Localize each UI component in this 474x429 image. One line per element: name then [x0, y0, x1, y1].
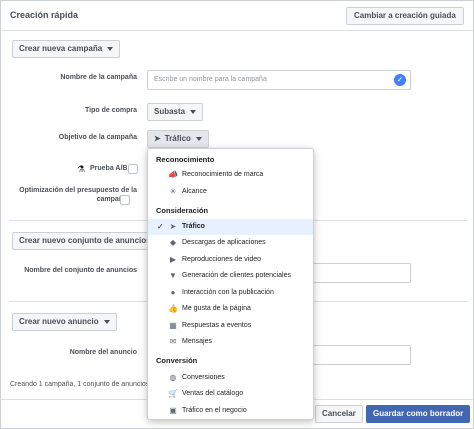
objective-option-label: Alcance — [182, 188, 207, 195]
thumbs-up-icon: 👍 — [168, 304, 178, 313]
buy-type-select[interactable]: Subasta — [147, 103, 204, 121]
objective-option-label: Interacción con la publicación — [182, 289, 274, 296]
objective-option-label: Me gusta de la página — [182, 305, 251, 312]
objective-option-cart[interactable]: 🛒 Ventas del catálogo — [148, 386, 313, 402]
reach-icon: ✳ — [169, 187, 177, 196]
dialog-title: Creación rápida — [10, 10, 79, 20]
objective-option-cursor[interactable]: ✓ ➤ Tráfico — [148, 219, 313, 235]
checkmark-icon: ✓ — [394, 74, 406, 86]
objective-option-label: Descargas de aplicaciones — [182, 239, 266, 246]
objective-option-box[interactable]: ◆ Descargas de aplicaciones — [148, 235, 313, 251]
objective-option-label: Generación de clientes potenciales — [182, 272, 291, 279]
objective-option-label: Conversiones — [182, 374, 225, 381]
chevron-down-icon — [107, 46, 114, 51]
objective-option-chat[interactable]: ● Interacción con la publicación — [148, 285, 313, 301]
budget-optimization-label-1: Optimización del presupuesto de la — [19, 187, 137, 194]
cart-icon: 🛒 — [168, 389, 178, 398]
cursor-icon: ➤ — [169, 222, 177, 231]
buy-type-value: Subasta — [154, 107, 186, 116]
campaign-name-label: Nombre de la campaña — [60, 74, 137, 81]
box-icon: ◆ — [169, 238, 177, 247]
ad-name-label: Nombre del anuncio — [69, 349, 137, 356]
objective-option-label: Tráfico en el negocio — [182, 407, 247, 414]
objective-option-megaphone[interactable]: 📣 Reconocimiento de marca — [148, 167, 313, 183]
campaign-objective-select[interactable]: ➤ Tráfico — [147, 130, 209, 148]
create-adset-label: Crear nuevo conjunto de anuncios — [19, 236, 151, 245]
objective-option-globe[interactable]: ◍ Conversiones — [148, 370, 313, 386]
objective-option-calendar[interactable]: ▦ Respuestas a eventos — [148, 318, 313, 334]
ab-test-label: Prueba A/B — [90, 165, 128, 172]
create-ad-button[interactable]: Crear nuevo anuncio — [12, 313, 117, 331]
objective-option-label: Reconocimiento de marca — [182, 171, 264, 178]
budget-optimization-info-icon[interactable] — [120, 195, 130, 205]
save-draft-button[interactable]: Guardar como borrador — [366, 405, 471, 423]
campaign-objective-value: Tráfico — [164, 134, 191, 143]
video-icon: ▶ — [169, 255, 177, 264]
globe-icon: ◍ — [169, 373, 177, 382]
message-icon: ✉ — [169, 337, 177, 346]
cursor-icon: ➤ — [154, 134, 161, 143]
chevron-down-icon — [103, 319, 110, 324]
objective-option-thumbs-up[interactable]: 👍 Me gusta de la página — [148, 301, 313, 317]
switch-to-guided-button[interactable]: Cambiar a creación guiada — [346, 7, 464, 25]
objective-option-video[interactable]: ▶ Reproducciones de video — [148, 252, 313, 268]
cancel-button[interactable]: Cancelar — [315, 405, 363, 423]
ab-test-checkbox[interactable] — [128, 164, 138, 174]
objective-option-label: Ventas del catálogo — [182, 390, 244, 397]
create-campaign-button[interactable]: Crear nueva campaña — [12, 40, 121, 58]
megaphone-icon: 📣 — [168, 170, 178, 179]
campaign-name-input[interactable]: Escribe un nombre para la campaña ✓ — [147, 70, 411, 90]
dialog-header: Creación rápida Cambiar a creación guiad… — [1, 1, 473, 31]
adset-name-label: Nombre del conjunto de anuncios — [24, 267, 137, 274]
campaign-objective-label: Objetivo de la campaña — [58, 134, 137, 141]
store-icon: ▣ — [169, 406, 177, 415]
create-adset-button[interactable]: Crear nuevo conjunto de anuncios — [12, 232, 169, 250]
objective-option-label: Respuestas a eventos — [182, 322, 252, 329]
group-consideration: Consideración — [156, 206, 209, 215]
campaign-name-placeholder: Escribe un nombre para la campaña — [154, 76, 267, 83]
objective-option-label: Reproducciones de video — [182, 256, 261, 263]
objective-option-message[interactable]: ✉ Mensajes — [148, 334, 313, 350]
funnel-icon: ▼ — [169, 271, 177, 280]
chevron-down-icon — [195, 136, 202, 141]
objective-option-store[interactable]: ▣ Tráfico en el negocio — [148, 403, 313, 419]
creation-status-text: Creando 1 campaña, 1 conjunto de anuncio… — [10, 381, 150, 388]
buy-type-label: Tipo de compra — [85, 107, 137, 114]
objective-dropdown-menu: Reconocimiento Consideración Conversión … — [147, 148, 314, 420]
group-awareness: Reconocimiento — [156, 155, 215, 164]
create-campaign-label: Crear nueva campaña — [19, 44, 103, 53]
flask-icon: ⚗ — [77, 164, 86, 174]
calendar-icon: ▦ — [169, 321, 177, 330]
create-ad-label: Crear nuevo anuncio — [19, 317, 99, 326]
objective-option-reach[interactable]: ✳ Alcance — [148, 184, 313, 200]
objective-option-funnel[interactable]: ▼ Generación de clientes potenciales — [148, 268, 313, 284]
objective-option-label: Mensajes — [182, 338, 212, 345]
quick-creation-dialog: Creación rápida Cambiar a creación guiad… — [0, 0, 474, 429]
chat-icon: ● — [170, 288, 176, 297]
objective-option-label: Tráfico — [182, 223, 205, 230]
chevron-down-icon — [190, 109, 197, 114]
group-conversion: Conversión — [156, 356, 198, 365]
checkmark-icon: ✓ — [157, 222, 164, 231]
